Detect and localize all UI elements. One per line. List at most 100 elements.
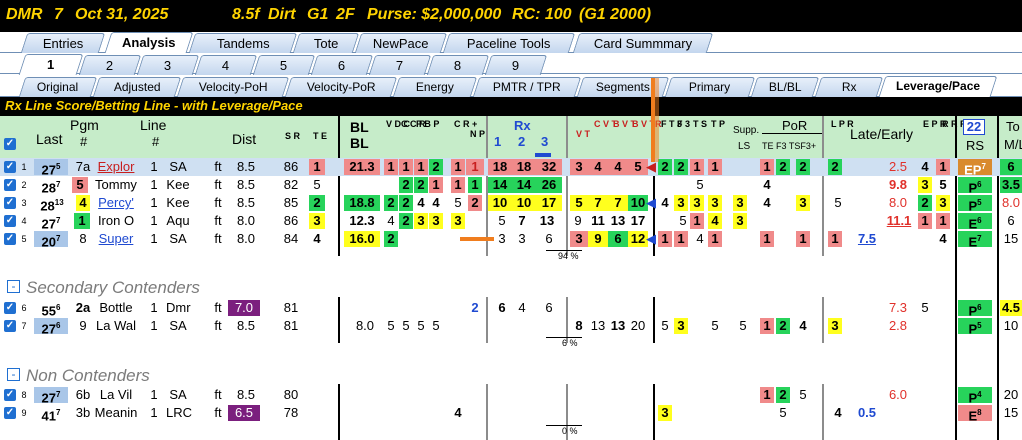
sr: 85 bbox=[283, 195, 299, 210]
race-tab-1[interactable]: 1 bbox=[18, 54, 84, 75]
rrr: 3 bbox=[936, 195, 950, 211]
hdr-supp: Supp. bbox=[733, 125, 760, 136]
collapse-non-contenders-button[interactable]: - bbox=[7, 368, 20, 381]
bl-value: 18.8 bbox=[344, 195, 380, 211]
hdr-rx-3: 3 bbox=[541, 134, 549, 149]
race-tab-6[interactable]: 6 bbox=[310, 55, 374, 75]
row-checkbox[interactable]: ✓ bbox=[4, 407, 16, 419]
collapse-secondary-button[interactable]: - bbox=[7, 280, 20, 293]
subtab-primary[interactable]: Primary bbox=[664, 77, 756, 97]
np: 2 bbox=[468, 195, 482, 211]
subtab-energy[interactable]: Energy bbox=[392, 77, 478, 97]
tp: 1 bbox=[708, 231, 722, 247]
row-checkbox[interactable]: ✓ bbox=[4, 302, 16, 314]
horse-row-4[interactable]: ✓ 4 277 1 Iron O 1 Aqu ft 8.0 86 3 12.3 … bbox=[0, 212, 1022, 231]
subtab-leverage-pace[interactable]: Leverage/Pace bbox=[878, 76, 998, 97]
horse-row-6[interactable]: ✓ 6 556 2a Bottle 1 Dmr ft 7.0 81 2 6 4 … bbox=[0, 299, 1022, 318]
supp: 3 bbox=[733, 195, 747, 211]
horse-name[interactable]: La Vil bbox=[94, 386, 138, 404]
row-checkbox[interactable]: ✓ bbox=[4, 161, 16, 173]
rs-count-box[interactable]: 22 bbox=[963, 119, 985, 135]
hdr-ts: T S bbox=[693, 119, 708, 129]
tab-analysis[interactable]: Analysis bbox=[104, 32, 194, 53]
horse-name[interactable]: Tommy bbox=[94, 176, 138, 194]
race-tab-4[interactable]: 4 bbox=[194, 55, 258, 75]
race-tab-3[interactable]: 3 bbox=[136, 55, 200, 75]
row-checkbox[interactable]: ✓ bbox=[4, 197, 16, 209]
tp: 1 bbox=[708, 159, 722, 175]
horse-row-8[interactable]: ✓ 8 277 6b La Vil 1 SA ft 8.5 80 1 2 5 6… bbox=[0, 386, 1022, 405]
por-tsf3: 4 bbox=[799, 318, 807, 333]
horse-name[interactable]: Super bbox=[94, 230, 138, 248]
race-tab-5[interactable]: 5 bbox=[252, 55, 316, 75]
tab-paceline-tools[interactable]: Paceline Tools bbox=[442, 33, 576, 53]
ft3: 4 bbox=[661, 195, 669, 210]
tab-tote[interactable]: Tote bbox=[292, 33, 360, 53]
select-all-checkbox[interactable]: ✓ bbox=[4, 138, 16, 150]
line-num: 1 bbox=[150, 387, 158, 402]
horse-row-3[interactable]: ✓ 3 2813 4 Percy' 1 Kee ft 8.5 85 2 18.8… bbox=[0, 194, 1022, 213]
race-tab-8[interactable]: 8 bbox=[426, 55, 490, 75]
rx-3: 8 bbox=[575, 318, 583, 333]
horse-row-1[interactable]: ✓ 1 275 7a Explor 1 SA ft 8.5 86 1 21.3 … bbox=[0, 158, 1022, 177]
tp: 3 bbox=[708, 195, 722, 211]
rank-arrow-icon: ◀ bbox=[646, 195, 656, 210]
row-checkbox[interactable]: ✓ bbox=[4, 233, 16, 245]
row-checkbox[interactable]: ✓ bbox=[4, 389, 16, 401]
rrr: 1 bbox=[936, 213, 950, 229]
subtab-velocity-por[interactable]: Velocity-PoR bbox=[284, 77, 398, 97]
horse-row-5[interactable]: ✓ 5 207 8 Super 1 SA ft 8.0 84 4 16.0 2 … bbox=[0, 230, 1022, 249]
pbp: 4 bbox=[417, 195, 425, 210]
tab-newpace[interactable]: NewPace bbox=[354, 33, 448, 53]
cvt: 11 bbox=[591, 213, 605, 228]
subtab-blbl[interactable]: BL/BL bbox=[750, 77, 820, 97]
horse-name[interactable]: Meanin bbox=[94, 404, 138, 422]
orange-annotation-line-2 bbox=[655, 78, 659, 162]
row-index: 7 bbox=[21, 321, 27, 331]
crp: 1 bbox=[451, 159, 465, 175]
ts: 4 bbox=[696, 231, 704, 246]
tab-tandems[interactable]: Tandems bbox=[188, 33, 298, 53]
line-num: 1 bbox=[150, 159, 158, 174]
track: DMR bbox=[6, 6, 43, 23]
row-checkbox[interactable]: ✓ bbox=[4, 179, 16, 191]
horse-name[interactable]: Explor bbox=[94, 158, 138, 176]
bvtr: 20 bbox=[630, 318, 646, 333]
subtab-original[interactable]: Original bbox=[18, 77, 98, 97]
vdc: 2 bbox=[384, 195, 398, 211]
race-tab-7[interactable]: 7 bbox=[368, 55, 432, 75]
row-index: 9 bbox=[21, 408, 27, 418]
row-checkbox[interactable]: ✓ bbox=[4, 320, 16, 332]
race-tab-2[interactable]: 2 bbox=[78, 55, 142, 75]
subtab-pmtr-tpr[interactable]: PMTR / TPR bbox=[472, 77, 582, 97]
hdr-ft3: F T 3 bbox=[661, 119, 683, 129]
subtab-rx[interactable]: Rx bbox=[814, 77, 884, 97]
pgm: 3b bbox=[75, 405, 91, 420]
horse-name[interactable]: Percy' bbox=[94, 194, 138, 212]
rx-3: 6 bbox=[545, 300, 553, 315]
row-checkbox[interactable]: ✓ bbox=[4, 215, 16, 227]
horse-name[interactable]: La Wal bbox=[94, 317, 138, 335]
horse-row-9[interactable]: ✓ 9 417 3b Meanin 1 LRC ft 6.5 78 4 3 5 … bbox=[0, 404, 1022, 423]
hdr-bl-2: BL bbox=[350, 135, 369, 151]
tp: 4 bbox=[708, 213, 722, 229]
tab-entries[interactable]: Entries bbox=[20, 33, 106, 53]
row-index: 6 bbox=[21, 303, 27, 313]
bl-value: 21.3 bbox=[344, 159, 380, 175]
race-tab-9[interactable]: 9 bbox=[484, 55, 548, 75]
horse-name[interactable]: Bottle bbox=[94, 299, 138, 317]
horse-row-2[interactable]: ✓ 2 287 5 Tommy 1 Kee ft 8.5 82 5 2 2 1 … bbox=[0, 176, 1022, 195]
morning-line: 3.5 bbox=[1000, 177, 1022, 193]
supp: 3 bbox=[733, 213, 747, 229]
horse-name[interactable]: Iron O bbox=[94, 212, 138, 230]
subtab-adjusted[interactable]: Adjusted bbox=[92, 77, 182, 97]
pct-label-1: 94 % bbox=[558, 251, 579, 261]
epr: 4 bbox=[921, 159, 929, 174]
horse-row-7[interactable]: ✓ 7 276 9 La Wal 1 SA ft 8.5 81 8.0 5 5 … bbox=[0, 317, 1022, 336]
tab-card-summary[interactable]: Card Summmary bbox=[572, 33, 714, 53]
race-distance: 8.5f bbox=[232, 6, 260, 23]
por-tsf3: 5 bbox=[799, 387, 807, 402]
lpr-value: 0.5 bbox=[857, 405, 877, 420]
subtab-velocity-poh[interactable]: Velocity-PoH bbox=[176, 77, 290, 97]
late-early: 8.0 bbox=[888, 195, 908, 210]
